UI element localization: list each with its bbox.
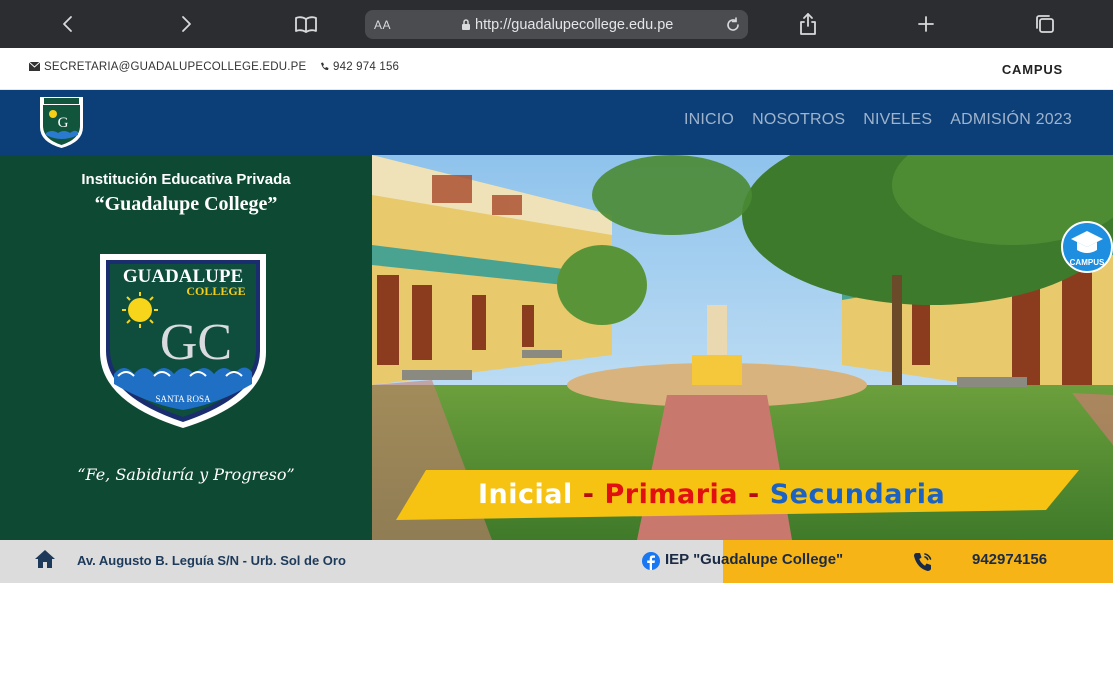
- level-inicial: Inicial: [478, 479, 573, 510]
- institution-type: Institución Educativa Privada: [81, 171, 291, 188]
- campus-badge-button[interactable]: CAMPUS: [1061, 221, 1113, 273]
- levels-text: Inicial - Primaria - Secundaria: [478, 479, 945, 510]
- hero-left-panel: Institución Educativa Privada “Guadalupe…: [0, 155, 372, 540]
- school-logo[interactable]: G: [38, 95, 85, 150]
- level-separator: -: [748, 479, 760, 510]
- back-icon[interactable]: [54, 10, 82, 38]
- contact-strip: Av. Augusto B. Leguía S/N - Urb. Sol de …: [0, 540, 1113, 583]
- top-info-bar: SECRETARIA@GUADALUPECOLLEGE.EDU.PE 942 9…: [0, 48, 1113, 90]
- address-bar[interactable]: AA http://guadalupecollege.edu.pe: [365, 10, 748, 39]
- browser-toolbar: AA http://guadalupecollege.edu.pe: [0, 0, 1113, 48]
- contact-phone-number[interactable]: 942974156: [972, 551, 1047, 568]
- nav-item-nosotros[interactable]: NOSOTROS: [752, 111, 845, 129]
- url-text[interactable]: http://guadalupecollege.edu.pe: [475, 17, 673, 33]
- nav-menu: INICIO NOSOTROS NIVELES ADMISIÓN 2023: [684, 111, 1072, 129]
- level-primaria: Primaria: [604, 479, 738, 510]
- phone-text: 942 974 156: [333, 61, 400, 73]
- campus-badge-label: CAMPUS: [1070, 258, 1105, 267]
- forward-icon[interactable]: [172, 10, 200, 38]
- campus-link[interactable]: CAMPUS: [1002, 62, 1063, 77]
- level-separator: -: [582, 479, 595, 510]
- home-icon: [34, 549, 56, 574]
- address-text: Av. Augusto B. Leguía S/N - Urb. Sol de …: [77, 553, 346, 568]
- school-motto: “Fe, Sabiduría y Progreso”: [77, 465, 295, 484]
- facebook-icon[interactable]: [642, 552, 660, 575]
- crest-location: SANTA ROSA: [155, 394, 211, 404]
- envelope-icon: [28, 61, 41, 74]
- new-tab-icon[interactable]: [912, 10, 940, 38]
- school-name: “Guadalupe College”: [94, 193, 278, 215]
- svg-text:G: G: [58, 115, 69, 131]
- email-contact[interactable]: SECRETARIA@GUADALUPECOLLEGE.EDU.PE: [28, 61, 307, 74]
- crest-subtitle: COLLEGE: [186, 284, 245, 298]
- facebook-page-text[interactable]: IEP "Guadalupe College": [665, 551, 843, 568]
- reload-icon[interactable]: [724, 16, 742, 39]
- nav-item-niveles[interactable]: NIVELES: [863, 111, 932, 129]
- main-navbar: G INICIO NOSOTROS NIVELES ADMISIÓN 2023: [0, 90, 1113, 155]
- text-size-button[interactable]: AA: [374, 18, 391, 32]
- phone-icon: [320, 62, 329, 74]
- level-secundaria: Secundaria: [769, 479, 946, 510]
- lock-icon: [461, 18, 471, 36]
- tabs-icon[interactable]: [1031, 10, 1059, 38]
- school-crest: GUADALUPE COLLEGE GC SANTA ROSA: [100, 254, 266, 428]
- email-text: SECRETARIA@GUADALUPECOLLEGE.EDU.PE: [44, 61, 307, 73]
- bookmarks-icon[interactable]: [292, 10, 320, 38]
- phone-call-icon: [912, 551, 934, 578]
- share-icon[interactable]: [794, 10, 822, 38]
- crest-initials: GC: [160, 314, 232, 371]
- nav-item-inicio[interactable]: INICIO: [684, 111, 734, 129]
- nav-item-admision[interactable]: ADMISIÓN 2023: [950, 111, 1072, 129]
- hero-banner: Institución Educativa Privada “Guadalupe…: [0, 155, 1113, 540]
- phone-contact[interactable]: 942 974 156: [320, 61, 399, 74]
